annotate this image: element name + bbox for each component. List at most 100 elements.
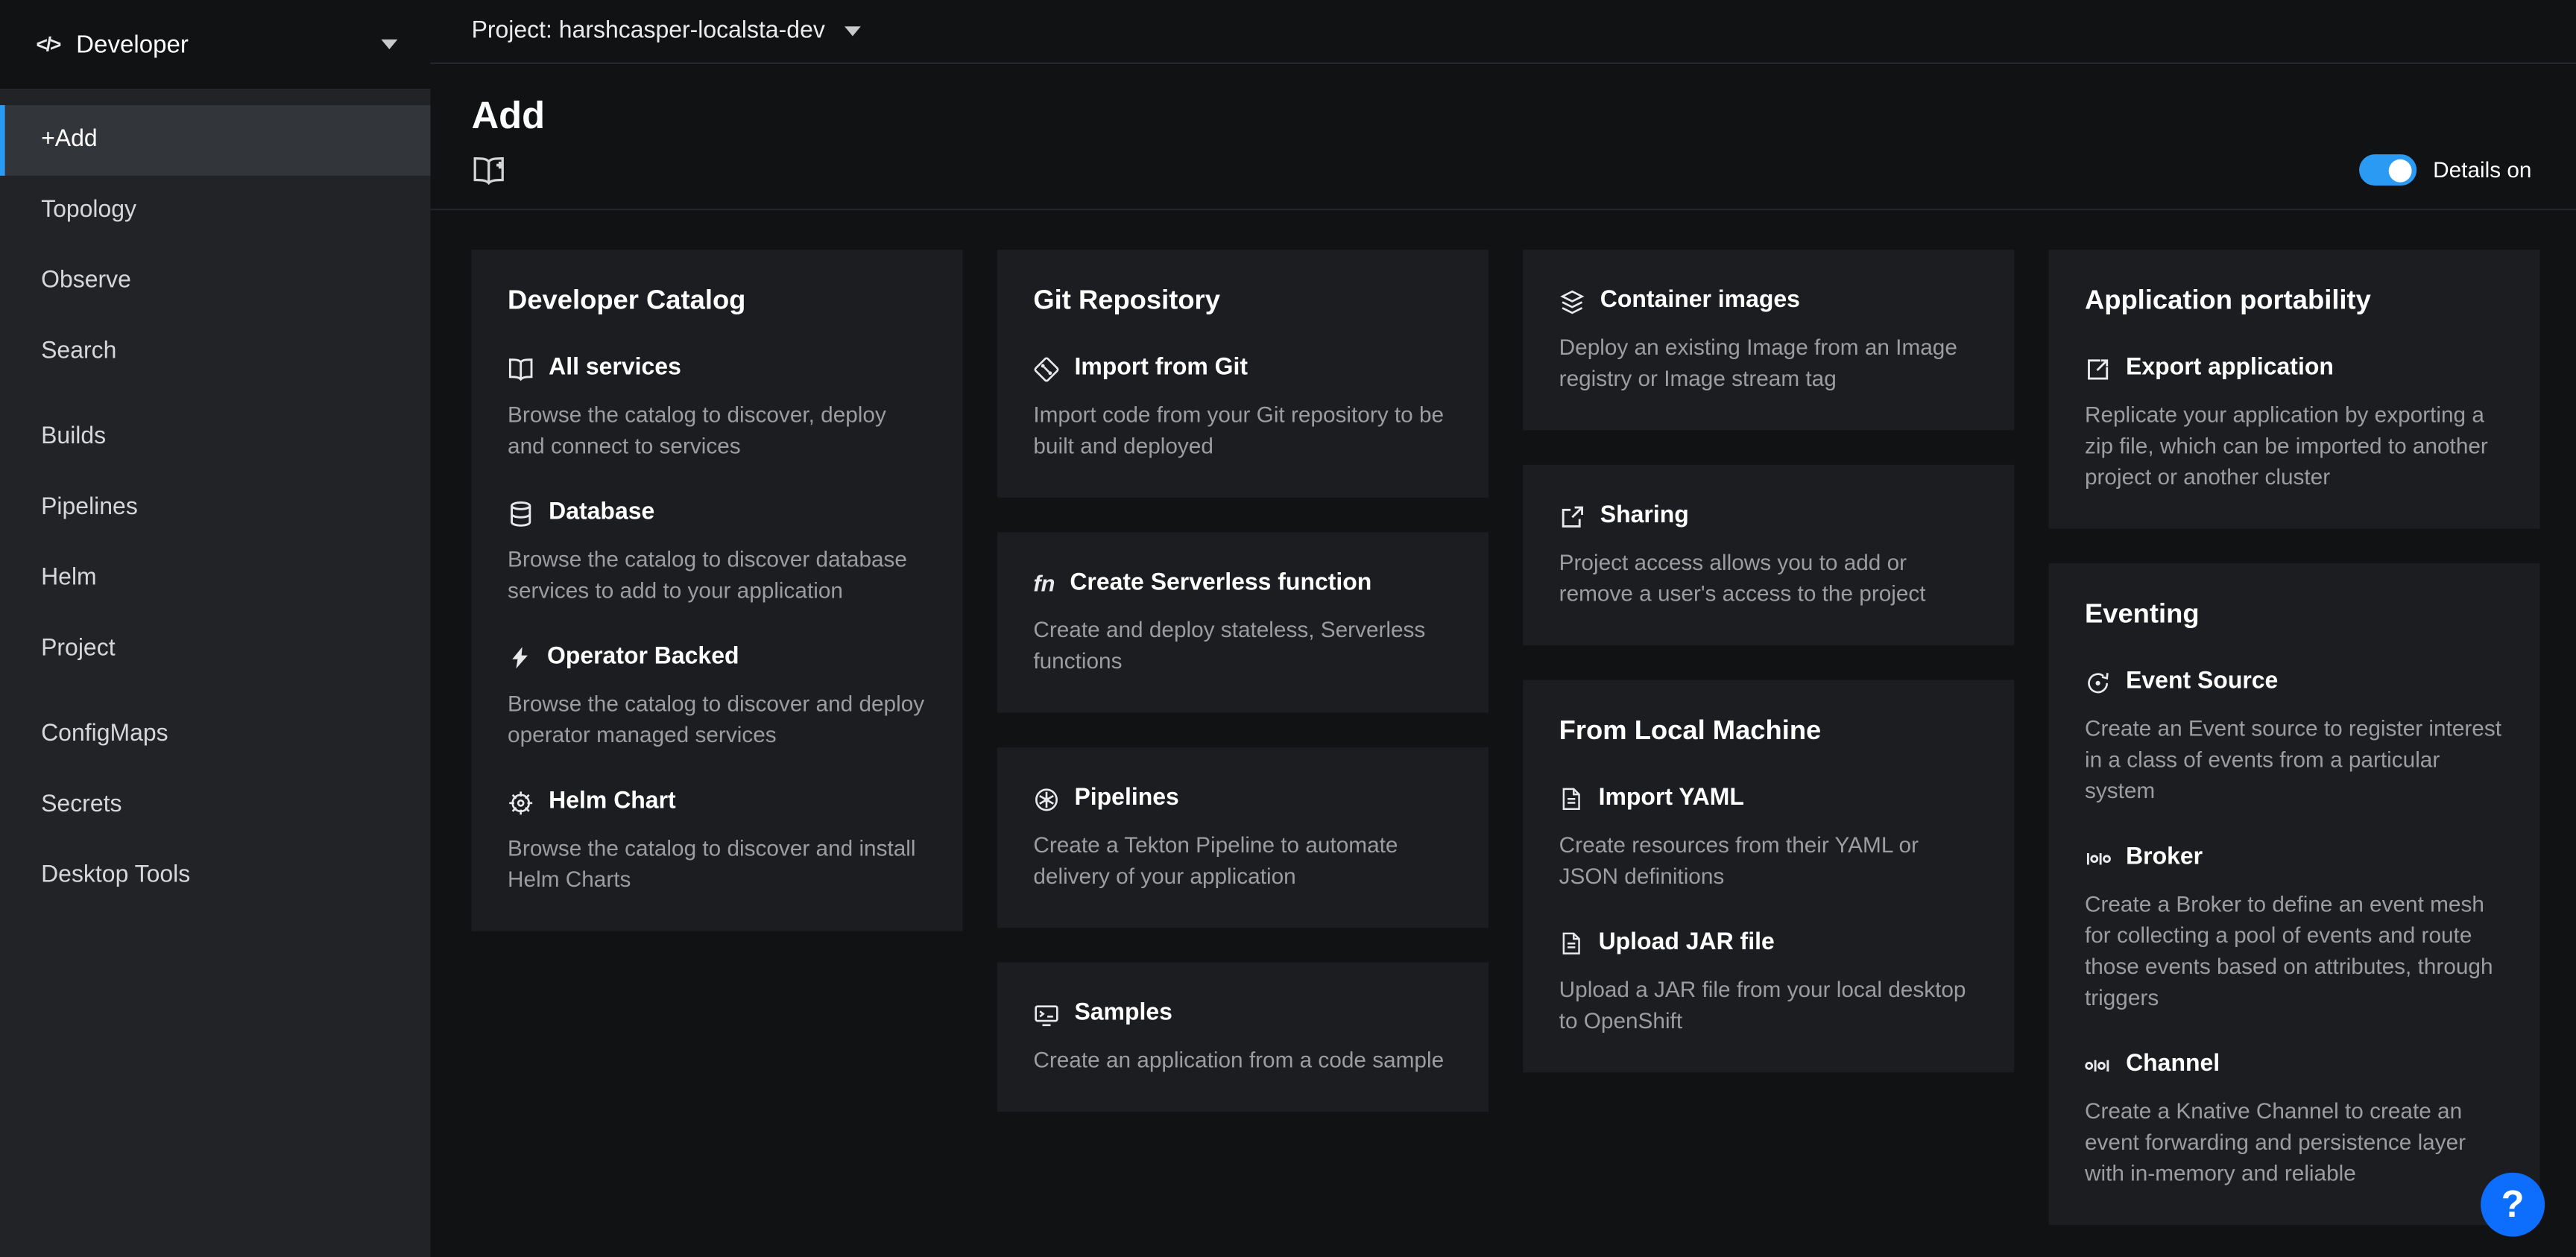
broker-icon	[2085, 845, 2111, 871]
bolt-icon	[508, 645, 532, 670]
sidebar-nav: +Add Topology Observe Search Builds Pipe…	[0, 105, 430, 911]
item-create-serverless-function[interactable]: fn Create Serverless function Create and…	[1033, 569, 1452, 677]
item-import-from-git[interactable]: Import from Git Import code from your Gi…	[1033, 353, 1452, 461]
item-description: Create a Knative Channel to create an ev…	[2085, 1095, 2504, 1189]
samples-icon	[1033, 1001, 1059, 1027]
app-window: </> Developer +Add Topology Observe Sear…	[0, 0, 2576, 1257]
sidebar-item-builds[interactable]: Builds	[0, 402, 430, 473]
card-from-local-machine: From Local Machine Import YAML Create re…	[1523, 680, 2014, 1072]
item-label: Export application	[2126, 353, 2334, 384]
cards-column-1: Developer Catalog All services Browse th…	[472, 250, 963, 931]
sidebar-item-desktop-tools[interactable]: Desktop Tools	[0, 840, 430, 911]
card-application-portability: Application portability Export applicati…	[2048, 250, 2539, 529]
item-description: Browse the catalog to discover, deploy a…	[508, 399, 926, 462]
sidebar-item-configmaps[interactable]: ConfigMaps	[0, 700, 430, 770]
item-description: Browse the catalog to discover and deplo…	[508, 688, 926, 751]
sidebar-item-helm[interactable]: Helm	[0, 544, 430, 615]
caret-down-icon	[381, 39, 397, 49]
sidebar-item-topology[interactable]: Topology	[0, 176, 430, 247]
item-label: Operator Backed	[547, 642, 739, 674]
sidebar-item-project[interactable]: Project	[0, 614, 430, 685]
sidebar-item-observe[interactable]: Observe	[0, 247, 430, 317]
sidebar: </> Developer +Add Topology Observe Sear…	[0, 0, 430, 1257]
item-pipelines[interactable]: Pipelines Create a Tekton Pipeline to au…	[1033, 783, 1452, 891]
item-label: Helm Chart	[549, 787, 676, 818]
page-title: Add	[472, 92, 2535, 138]
item-label: Container images	[1600, 286, 1800, 317]
card-container-images: Container images Deploy an existing Imag…	[1523, 250, 2014, 430]
item-all-services[interactable]: All services Browse the catalog to disco…	[508, 353, 926, 461]
card-title: Eventing	[2085, 599, 2504, 630]
sidebar-group-1: +Add Topology Observe Search	[0, 105, 430, 387]
card-git-repository: Git Repository Import from Git Import co…	[997, 250, 1489, 498]
toggle-knob	[2390, 159, 2413, 182]
item-label: Channel	[2126, 1049, 2220, 1080]
item-channel[interactable]: Channel Create a Knative Channel to crea…	[2085, 1049, 2504, 1188]
channel-icon	[2085, 1052, 2111, 1078]
item-event-source[interactable]: Event Source Create an Event source to r…	[2085, 667, 2504, 806]
git-icon	[1033, 355, 1059, 381]
details-toggle[interactable]	[2359, 154, 2416, 186]
sidebar-item-pipelines[interactable]: Pipelines	[0, 473, 430, 544]
item-upload-jar-file[interactable]: Upload JAR file Upload a JAR file from y…	[1559, 928, 1978, 1036]
item-description: Browse the catalog to discover and insta…	[508, 832, 926, 895]
item-import-yaml[interactable]: Import YAML Create resources from their …	[1559, 783, 1978, 891]
item-database[interactable]: Database Browse the catalog to discover …	[508, 498, 926, 606]
item-broker[interactable]: Broker Create a Broker to define an even…	[2085, 843, 2504, 1013]
item-label: Pipelines	[1074, 783, 1178, 814]
item-description: Create an application from a code sample	[1033, 1045, 1452, 1076]
item-description: Deploy an existing Image from an Image r…	[1559, 332, 1978, 394]
item-label: Upload JAR file	[1599, 928, 1775, 959]
file-icon	[1559, 787, 1584, 811]
item-label: Broker	[2126, 843, 2203, 874]
catalog-icon	[508, 355, 534, 381]
add-cards-grid: Developer Catalog All services Browse th…	[430, 210, 2576, 1225]
perspective-switcher[interactable]: </> Developer	[0, 0, 430, 90]
card-eventing: Eventing Event Source Create an Event so…	[2048, 563, 2539, 1225]
sidebar-item-search[interactable]: Search	[0, 317, 430, 387]
card-pipelines: Pipelines Create a Tekton Pipeline to au…	[997, 747, 1489, 928]
card-sharing: Sharing Project access allows you to add…	[1523, 465, 2014, 645]
item-description: Upload a JAR file from your local deskto…	[1559, 974, 1978, 1036]
sidebar-group-2: Builds Pipelines Helm Project	[0, 402, 430, 685]
item-label: Create Serverless function	[1070, 569, 1371, 600]
item-description: Create resources from their YAML or JSON…	[1559, 829, 1978, 892]
item-label: All services	[549, 353, 681, 384]
item-container-images[interactable]: Container images Deploy an existing Imag…	[1559, 286, 1978, 394]
item-operator-backed[interactable]: Operator Backed Browse the catalog to di…	[508, 642, 926, 750]
sidebar-group-3: ConfigMaps Secrets Desktop Tools	[0, 700, 430, 911]
event-source-icon	[2085, 669, 2111, 695]
item-description: Browse the catalog to discover database …	[508, 544, 926, 607]
database-icon	[508, 500, 534, 526]
layers-icon	[1559, 288, 1585, 314]
perspective-label: Developer	[76, 31, 189, 58]
item-label: Database	[549, 498, 654, 529]
sidebar-item-add[interactable]: +Add	[0, 105, 430, 176]
cards-column-4: Application portability Export applicati…	[2048, 250, 2539, 1225]
help-button[interactable]: ?	[2481, 1172, 2545, 1236]
item-helm-chart[interactable]: Helm Chart Browse the catalog to discove…	[508, 787, 926, 895]
quick-starts-icon[interactable]	[472, 154, 506, 186]
card-title: Git Repository	[1033, 286, 1452, 317]
item-description: Create a Broker to define an event mesh …	[2085, 888, 2504, 1013]
page-header: Add Details on	[430, 64, 2576, 210]
item-description: Import code from your Git repository to …	[1033, 399, 1452, 462]
item-export-application[interactable]: Export application Replicate your applic…	[2085, 353, 2504, 493]
card-developer-catalog: Developer Catalog All services Browse th…	[472, 250, 963, 931]
cards-column-3: Container images Deploy an existing Imag…	[1523, 250, 2014, 1072]
item-description: Create a Tekton Pipeline to automate del…	[1033, 829, 1452, 892]
file-icon	[1559, 931, 1584, 956]
item-sharing[interactable]: Sharing Project access allows you to add…	[1559, 501, 1978, 609]
pipelines-icon	[1033, 786, 1059, 812]
card-title: From Local Machine	[1559, 716, 1978, 747]
cards-column-2: Git Repository Import from Git Import co…	[997, 250, 1489, 1112]
item-label: Import from Git	[1074, 353, 1248, 384]
add-page: Add Details on Develope	[430, 64, 2576, 1257]
item-samples[interactable]: Samples Create an application from a cod…	[1033, 998, 1452, 1076]
project-selector[interactable]: Project: harshcasper-localsta-dev	[472, 18, 862, 44]
sidebar-item-secrets[interactable]: Secrets	[0, 770, 430, 841]
item-description: Project access allows you to add or remo…	[1559, 547, 1978, 609]
project-bar: Project: harshcasper-localsta-dev	[430, 0, 2576, 64]
helm-icon	[508, 789, 534, 815]
details-toggle-label: Details on	[2433, 158, 2531, 183]
